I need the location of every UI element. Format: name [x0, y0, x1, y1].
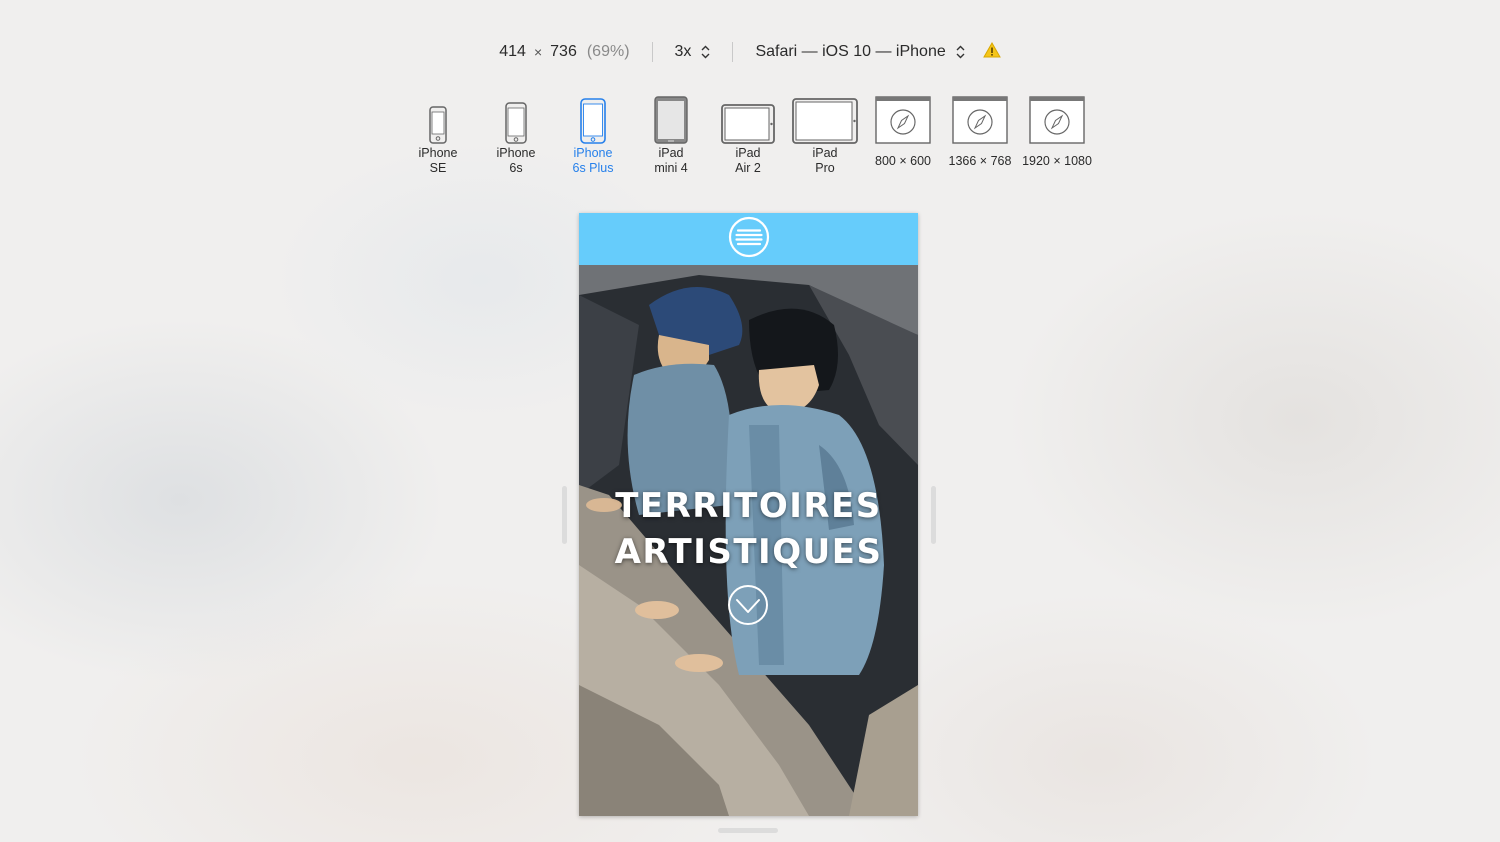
resize-handle-right[interactable] [931, 486, 936, 544]
safari-window-icon [875, 92, 931, 144]
toolbar-divider [732, 42, 734, 62]
device-800x600[interactable]: 800 × 600 [867, 92, 939, 169]
device-label: iPhone 6s Plus [572, 146, 614, 175]
device-label: iPhone 6s [496, 146, 536, 175]
user-agent-value: Safari — iOS 10 — iPhone [755, 43, 946, 60]
updown-chevron-icon[interactable] [701, 44, 710, 60]
device-ipad-air-2[interactable]: iPad Air 2 [712, 92, 784, 176]
device-iphone-6s-plus[interactable]: iPhone 6s Plus [557, 92, 629, 176]
device-label: iPad Pro [812, 146, 838, 175]
warning-icon[interactable] [982, 41, 1001, 63]
device-label: 1366 × 768 [948, 154, 1012, 168]
device-label: iPad Air 2 [735, 146, 761, 175]
phone-large-icon [580, 92, 606, 144]
resize-handle-bottom[interactable] [718, 828, 778, 833]
device-iphone-se[interactable]: iPhone SE [402, 92, 474, 176]
device-label: iPad mini 4 [654, 146, 688, 175]
device-label: 800 × 600 [875, 154, 931, 168]
device-1366x768[interactable]: 1366 × 768 [944, 92, 1016, 169]
toolbar-divider [651, 42, 653, 62]
responsive-toolbar: 414 × 736 (69%) 3x Safari — iOS 10 — iPh… [0, 38, 1500, 66]
updown-chevron-icon[interactable] [956, 44, 965, 60]
chevron-down-circle-icon[interactable] [727, 584, 769, 631]
user-agent-select[interactable]: Safari — iOS 10 — iPhone [755, 41, 1001, 63]
tablet-portrait-icon [654, 92, 688, 144]
device-label: iPhone SE [418, 146, 458, 175]
viewport-height[interactable]: 736 [550, 43, 577, 61]
device-ipad-pro[interactable]: iPad Pro [789, 92, 861, 176]
times-sign: × [533, 44, 543, 60]
device-label: 1920 × 1080 [1022, 154, 1092, 168]
device-1920x1080[interactable]: 1920 × 1080 [1021, 92, 1093, 169]
phone-icon [505, 92, 527, 144]
device-ipad-mini-4[interactable]: iPad mini 4 [635, 92, 707, 176]
dimensions-display: 414 × 736 (69%) [499, 43, 629, 61]
device-iphone-6s[interactable]: iPhone 6s [480, 92, 552, 176]
viewport-width[interactable]: 414 [499, 43, 526, 61]
tablet-pro-icon [792, 92, 858, 144]
phone-small-icon [429, 92, 447, 144]
hero-image: TERRITOIRES ARTISTIQUES [579, 265, 918, 816]
resize-handle-left[interactable] [562, 486, 567, 544]
hamburger-menu-icon[interactable] [728, 216, 770, 263]
device-viewport[interactable]: TERRITOIRES ARTISTIQUES [579, 213, 918, 816]
hero-title-line-1: TERRITOIRES [615, 486, 882, 526]
safari-window-icon [1029, 92, 1085, 144]
tablet-landscape-icon [721, 92, 775, 144]
safari-window-icon [952, 92, 1008, 144]
site-header [579, 213, 918, 265]
pixel-ratio-value: 3x [674, 43, 692, 60]
hero-title: TERRITOIRES ARTISTIQUES [579, 483, 918, 575]
hero-title-line-2: ARTISTIQUES [614, 532, 883, 572]
pixel-ratio-select[interactable]: 3x [675, 43, 711, 61]
zoom-percent: (69%) [586, 43, 630, 60]
